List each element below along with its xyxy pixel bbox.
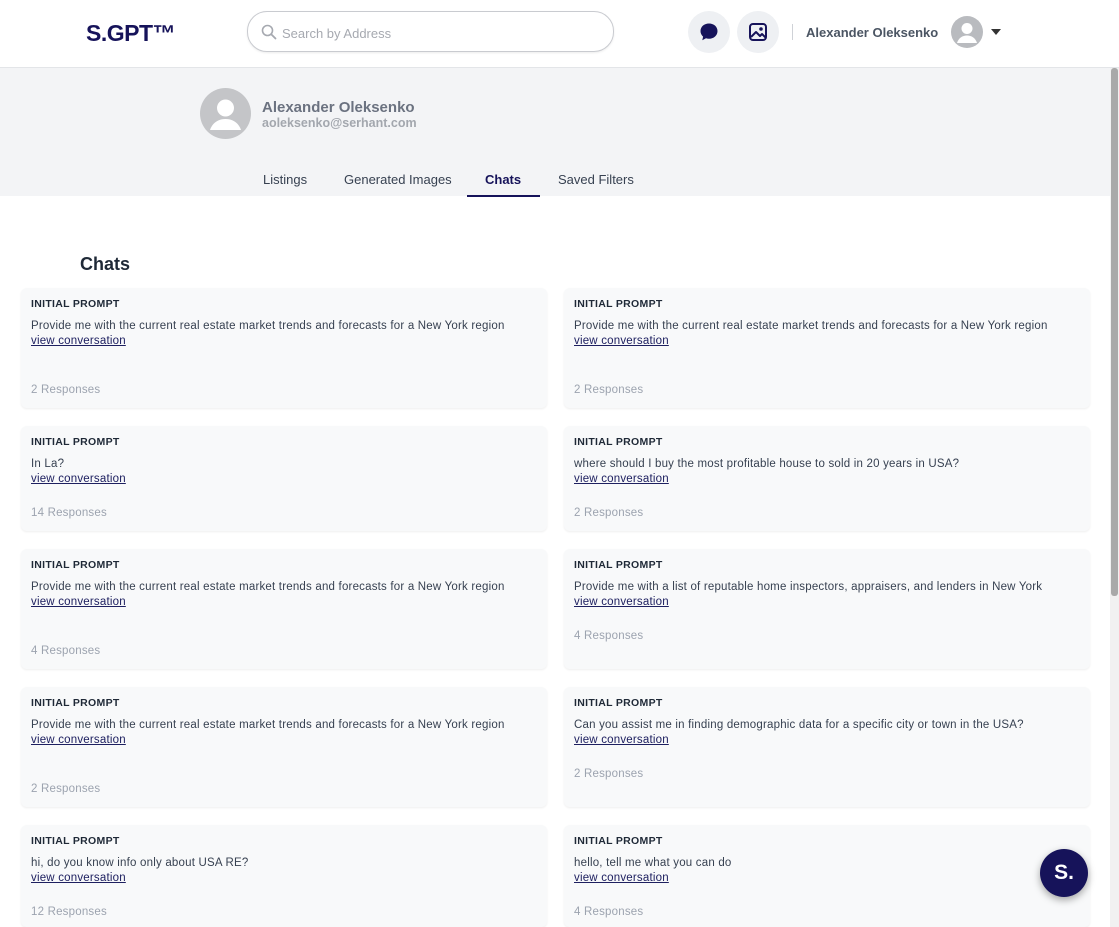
profile-email: aoleksenko@serhant.com bbox=[262, 116, 417, 130]
response-count: 4 Responses bbox=[574, 630, 644, 642]
card-label: INITIAL PROMPT bbox=[31, 298, 120, 310]
view-conversation-link[interactable]: view conversation bbox=[31, 472, 531, 487]
search-icon bbox=[261, 24, 277, 40]
user-icon bbox=[957, 23, 977, 43]
response-count: 2 Responses bbox=[574, 768, 644, 780]
logo[interactable]: S.GPT™ bbox=[86, 20, 176, 46]
view-conversation-link[interactable]: view conversation bbox=[574, 595, 1074, 610]
card-label: INITIAL PROMPT bbox=[574, 436, 663, 448]
card-label: INITIAL PROMPT bbox=[31, 697, 120, 709]
chat-card: INITIAL PROMPT Provide me with the curre… bbox=[21, 288, 547, 408]
chat-card: INITIAL PROMPT hi, do you know info only… bbox=[21, 825, 547, 927]
response-count: 4 Responses bbox=[31, 645, 101, 657]
scrollbar-thumb[interactable] bbox=[1111, 68, 1118, 596]
view-conversation-link[interactable]: view conversation bbox=[31, 334, 531, 349]
card-label: INITIAL PROMPT bbox=[574, 835, 663, 847]
response-count: 2 Responses bbox=[574, 507, 644, 519]
chat-card: INITIAL PROMPT where should I buy the mo… bbox=[564, 426, 1090, 531]
view-conversation-link[interactable]: view conversation bbox=[31, 871, 531, 886]
profile-name: Alexander Oleksenko bbox=[262, 99, 415, 116]
search-box[interactable] bbox=[247, 11, 614, 52]
card-label: INITIAL PROMPT bbox=[31, 436, 120, 448]
response-count: 4 Responses bbox=[574, 906, 644, 918]
profile-header: Alexander Oleksenko aoleksenko@serhant.c… bbox=[0, 68, 1110, 196]
response-count: 12 Responses bbox=[31, 906, 107, 918]
chat-card: INITIAL PROMPT hello, tell me what you c… bbox=[564, 825, 1090, 927]
chat-button[interactable] bbox=[688, 11, 730, 53]
chat-card: INITIAL PROMPT Provide me with a list of… bbox=[564, 549, 1090, 669]
view-conversation-link[interactable]: view conversation bbox=[574, 334, 1074, 349]
chevron-down-icon[interactable] bbox=[991, 29, 1001, 35]
user-icon bbox=[210, 99, 241, 130]
card-label: INITIAL PROMPT bbox=[574, 298, 663, 310]
chat-card: INITIAL PROMPT In La? view conversation … bbox=[21, 426, 547, 531]
search-input[interactable] bbox=[280, 20, 604, 46]
chat-card: INITIAL PROMPT Provide me with the curre… bbox=[564, 288, 1090, 408]
chat-prompt: Provide me with the current real estate … bbox=[31, 581, 505, 593]
chat-prompt: hi, do you know info only about USA RE? bbox=[31, 857, 249, 869]
response-count: 2 Responses bbox=[31, 783, 101, 795]
chat-prompt: Provide me with the current real estate … bbox=[574, 320, 1048, 332]
chat-prompt: In La? bbox=[31, 458, 65, 470]
user-name[interactable]: Alexander Oleksenko bbox=[806, 25, 938, 40]
chat-prompt: Provide me with the current real estate … bbox=[31, 719, 505, 731]
divider bbox=[792, 24, 793, 40]
view-conversation-link[interactable]: view conversation bbox=[574, 871, 1074, 886]
card-label: INITIAL PROMPT bbox=[574, 697, 663, 709]
profile-avatar bbox=[200, 88, 251, 139]
tab-chats[interactable]: Chats bbox=[485, 172, 521, 196]
section-title: Chats bbox=[80, 254, 131, 274]
chat-prompt: hello, tell me what you can do bbox=[574, 857, 732, 869]
chat-card: INITIAL PROMPT Can you assist me in find… bbox=[564, 687, 1090, 807]
view-conversation-link[interactable]: view conversation bbox=[574, 472, 1074, 487]
response-count: 14 Responses bbox=[31, 507, 107, 519]
card-label: INITIAL PROMPT bbox=[31, 559, 120, 571]
chat-prompt: where should I buy the most profitable h… bbox=[574, 458, 960, 470]
image-gallery-icon bbox=[749, 23, 767, 41]
top-bar: S.GPT™ Alexander Oleksenko bbox=[0, 0, 1119, 68]
user-avatar[interactable] bbox=[951, 16, 983, 48]
response-count: 2 Responses bbox=[31, 384, 101, 396]
view-conversation-link[interactable]: view conversation bbox=[574, 733, 1074, 748]
chat-prompt: Can you assist me in finding demographic… bbox=[574, 719, 1024, 731]
tab-generated-images[interactable]: Generated Images bbox=[344, 172, 452, 196]
card-label: INITIAL PROMPT bbox=[31, 835, 120, 847]
chat-prompt: Provide me with a list of reputable home… bbox=[574, 581, 1043, 593]
active-tab-indicator bbox=[467, 195, 540, 197]
chat-bubble-icon bbox=[700, 23, 718, 41]
view-conversation-link[interactable]: view conversation bbox=[31, 733, 531, 748]
chat-card: INITIAL PROMPT Provide me with the curre… bbox=[21, 549, 547, 669]
images-button[interactable] bbox=[737, 11, 779, 53]
tab-listings[interactable]: Listings bbox=[263, 172, 307, 196]
assistant-button[interactable]: S. bbox=[1040, 849, 1088, 897]
response-count: 2 Responses bbox=[574, 384, 644, 396]
chat-prompt: Provide me with the current real estate … bbox=[31, 320, 505, 332]
card-label: INITIAL PROMPT bbox=[574, 559, 663, 571]
tab-saved-filters[interactable]: Saved Filters bbox=[558, 172, 634, 196]
view-conversation-link[interactable]: view conversation bbox=[31, 595, 531, 610]
chat-card: INITIAL PROMPT Provide me with the curre… bbox=[21, 687, 547, 807]
